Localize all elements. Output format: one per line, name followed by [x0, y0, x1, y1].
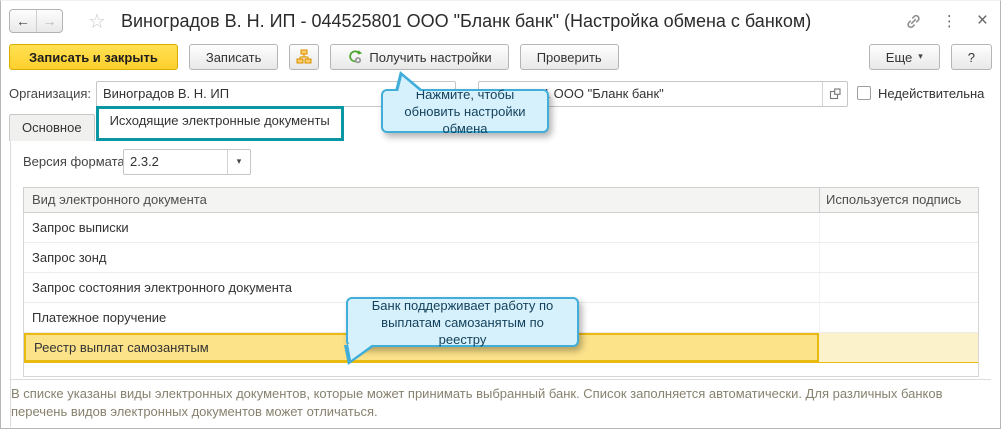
exchange-structure-button[interactable] [289, 44, 320, 70]
history-nav-group: ← → [9, 9, 63, 33]
link-icon[interactable] [905, 13, 922, 30]
back-button[interactable]: ← [10, 10, 36, 32]
tab-main[interactable]: Основное [9, 114, 95, 141]
table-row[interactable]: Запрос зонд [24, 243, 978, 273]
check-button[interactable]: Проверить [519, 44, 619, 70]
format-version-label: Версия формата: [23, 154, 129, 169]
titlebar-actions: ⋮ × [905, 1, 988, 41]
bank-exchange-settings-window: ← → ☆ Виноградов В. Н. ИП - 044525801 ОО… [0, 0, 1001, 429]
get-settings-label: Получить настройки [369, 49, 492, 65]
get-settings-button[interactable]: Получить настройки [330, 44, 509, 70]
tab-bar: Основное Исходящие электронные документы [9, 106, 344, 141]
chevron-down-icon[interactable]: ▾ [227, 150, 250, 174]
selfemployed-registry-tooltip-text: Банк поддерживает работу по выплатам сам… [371, 297, 554, 347]
titlebar: ← → ☆ Виноградов В. Н. ИП - 044525801 ОО… [1, 1, 1000, 41]
get-settings-tooltip: Нажмите, чтобы обновить настройки обмена [381, 71, 549, 136]
invalid-checkbox-label: Недействительна [878, 86, 985, 101]
table-empty-space [24, 363, 978, 376]
org-structure-icon [296, 49, 312, 65]
save-and-close-button[interactable]: Записать и закрыть [9, 44, 178, 70]
tab-outgoing-documents[interactable]: Исходящие электронные документы [95, 106, 344, 141]
window-menu-icon[interactable]: ⋮ [942, 14, 957, 29]
table-body: Запрос выписки Запрос зонд Запрос состоя… [23, 213, 979, 377]
hint-text: В списке указаны виды электронных докуме… [11, 386, 943, 419]
document-types-table: Вид электронного документа Используется … [23, 187, 979, 377]
chevron-down-icon: ▾ [918, 52, 923, 62]
column-header-document-type: Вид электронного документа [32, 192, 207, 207]
hint-divider [10, 379, 991, 380]
close-icon[interactable]: × [977, 11, 988, 30]
help-button[interactable]: ? [950, 44, 992, 70]
column-header-signature: Используется подпись [819, 188, 978, 212]
refresh-gear-icon [347, 49, 363, 65]
forward-button[interactable]: → [36, 10, 62, 32]
more-label: Еще [885, 49, 913, 65]
format-version-value: 2.3.2 [130, 154, 159, 169]
organization-label: Организация: [9, 86, 92, 101]
open-icon[interactable] [822, 82, 847, 106]
more-button[interactable]: Еще ▾ [868, 44, 940, 70]
selfemployed-registry-tooltip: Банк поддерживает работу по выплатам сам… [344, 297, 579, 365]
toolbar: Записать и закрыть Записать Получить нас… [1, 43, 1000, 71]
table-header: Вид электронного документа Используется … [23, 187, 979, 213]
get-settings-tooltip-text: Нажмите, чтобы обновить настройки обмена [404, 86, 526, 136]
table-row[interactable]: Запрос выписки [24, 213, 978, 243]
window-title: Виноградов В. Н. ИП - 044525801 ООО "Бла… [120, 10, 812, 31]
format-version-select[interactable]: 2.3.2 ▾ [123, 149, 251, 175]
save-button[interactable]: Записать [188, 44, 279, 70]
invalid-checkbox[interactable] [857, 86, 871, 100]
favorite-star-icon[interactable]: ☆ [88, 9, 106, 33]
